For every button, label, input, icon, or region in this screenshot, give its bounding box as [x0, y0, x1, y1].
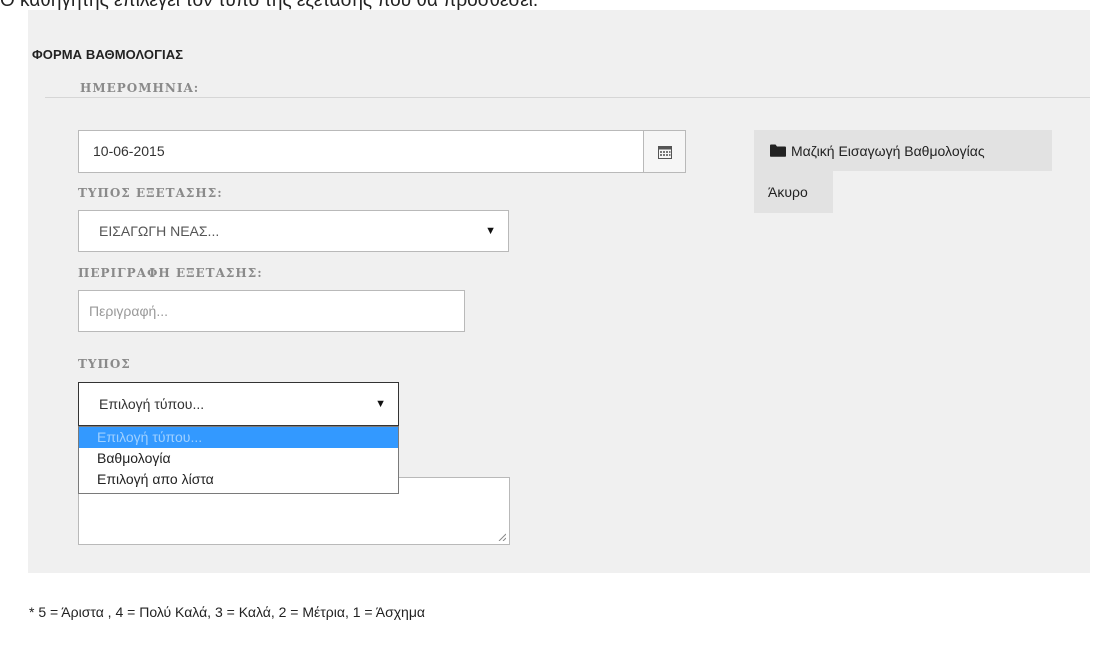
date-label: ΗΜΕΡΟΜΗΝΙΑ: — [80, 81, 200, 95]
exam-type-select[interactable]: ΕΙΣΑΓΩΓΗ ΝΕΑΣ... ▼ — [78, 210, 509, 252]
grading-scale-footnote: * 5 = Άριστα , 4 = Πολύ Καλά, 3 = Καλά, … — [29, 604, 425, 620]
date-input[interactable]: 10-06-2015 — [78, 130, 644, 173]
folder-icon — [770, 144, 786, 157]
resize-handle-icon[interactable] — [498, 533, 506, 541]
type-option[interactable]: Βαθμολογία — [79, 448, 398, 469]
type-value: Επιλογή τύπου... — [99, 396, 205, 412]
calendar-button[interactable] — [643, 130, 686, 173]
dropdown-arrow-icon: ▼ — [375, 398, 386, 410]
cancel-label: Άκυρο — [768, 184, 808, 200]
exam-type-value: ΕΙΣΑΓΩΓΗ ΝΕΑΣ... — [99, 223, 220, 239]
form-title: ΦΟΡΜΑ ΒΑΘΜΟΛΟΓΙΑΣ — [32, 47, 184, 62]
type-label: ΤΥΠΟΣ — [78, 357, 131, 371]
bulk-import-button[interactable]: Μαζική Εισαγωγή Βαθμολογίας — [754, 130, 1052, 171]
bulk-import-label: Μαζική Εισαγωγή Βαθμολογίας — [791, 142, 985, 159]
type-option[interactable]: Επιλογή απο λίστα — [79, 469, 398, 490]
divider — [45, 97, 1090, 98]
cancel-button[interactable]: Άκυρο — [754, 171, 833, 213]
dropdown-arrow-icon: ▼ — [485, 225, 496, 237]
description-label: ΠΕΡΙΓΡΑΦΗ ΕΞΕΤΑΣΗΣ: — [78, 266, 263, 280]
description-input[interactable]: Περιγραφή... — [78, 290, 465, 332]
exam-type-label: ΤΥΠΟΣ ΕΞΕΤΑΣΗΣ: — [78, 186, 223, 200]
type-option[interactable]: Επιλογή τύπου... — [79, 427, 398, 448]
type-dropdown-list: Επιλογή τύπου... Βαθμολογία Επιλογή απο … — [78, 426, 399, 494]
type-select[interactable]: Επιλογή τύπου... ▼ — [78, 382, 399, 426]
calendar-icon — [657, 145, 672, 159]
